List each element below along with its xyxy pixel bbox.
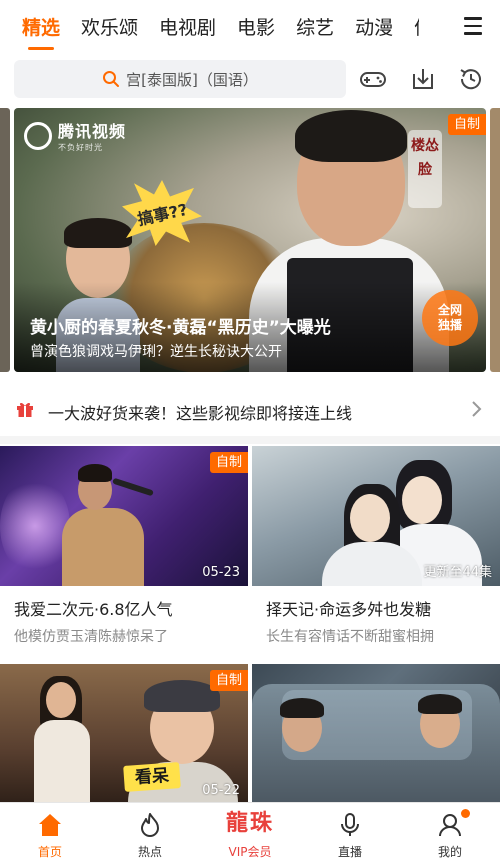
- video-description: 长生有容情话不断甜蜜相拥: [266, 629, 434, 645]
- tab-tv-series[interactable]: 电视剧: [159, 13, 216, 40]
- hero-original-badge: 自制: [447, 114, 486, 135]
- video-thumbnail: 更新至44集: [252, 446, 500, 586]
- search-query: 宫[泰国版]（国语）: [126, 70, 258, 89]
- history-icon[interactable]: [456, 64, 486, 94]
- search-icon: [103, 71, 120, 87]
- tab-ode-to-joy[interactable]: 欢乐颂: [81, 13, 138, 40]
- vip-logo: 龍珠: [225, 810, 274, 836]
- search-row: 宫[泰国版]（国语）: [0, 58, 500, 104]
- nav-live[interactable]: 直播: [300, 803, 400, 863]
- category-tabs: 精选 欢乐颂 电视剧 电影 综艺 动漫 体: [0, 0, 500, 52]
- tab-variety[interactable]: 综艺: [296, 13, 334, 40]
- user-icon: [439, 814, 461, 837]
- play-logo-icon: [24, 121, 52, 150]
- hero-subtitle: 曾演色狼调戏马伊琍？逆生长秘诀大公开: [30, 344, 282, 360]
- promo-notice-text: 一大波好货来袭！这些影视综即将接连上线: [48, 404, 353, 423]
- search-input[interactable]: 宫[泰国版]（国语）: [14, 60, 346, 98]
- video-title: 择天记·命运多舛也发糖: [266, 600, 432, 619]
- video-card[interactable]: 更新至44集 择天记·命运多舛也发糖 长生有容情话不断甜蜜相拥: [252, 446, 500, 646]
- carousel-prev-peek[interactable]: [0, 108, 10, 372]
- microphone-icon: [341, 813, 359, 836]
- home-icon: [39, 814, 61, 836]
- flame-icon: [141, 813, 159, 837]
- original-badge: 自制: [209, 452, 248, 473]
- bottom-nav: 首页 热点 龍珠 VIP会员 直播 我的: [0, 802, 500, 863]
- video-card[interactable]: 自制 05-23 我爱二次元·6.8亿人气 他模仿贾玉清陈赫惊呆了: [0, 446, 248, 646]
- video-card[interactable]: 看呆 自制 05-22: [0, 664, 248, 804]
- hamburger-menu-icon[interactable]: [460, 13, 486, 39]
- promo-notice[interactable]: 一大波好货来袭！这些影视综即将接连上线: [0, 384, 500, 436]
- section-divider: [0, 436, 500, 444]
- video-thumbnail: 看呆 自制 05-22: [0, 664, 248, 804]
- nav-home[interactable]: 首页: [0, 803, 100, 863]
- video-card[interactable]: [252, 664, 500, 804]
- original-badge: 自制: [209, 670, 248, 691]
- hero-banner[interactable]: 腾讯视频 不负好时光 搞事?? 楼怂脸 自制 全网 独播 黄小厨的春夏秋冬·黄磊…: [14, 108, 486, 372]
- category-tab-track: 精选 欢乐颂 电视剧 电影 综艺 动漫 体: [0, 0, 440, 52]
- tabs-fade: [440, 8, 452, 44]
- hero-vertical-stamp: 楼怂脸: [408, 130, 442, 208]
- tab-featured[interactable]: 精选: [22, 13, 60, 40]
- video-thumbnail: 自制 05-23: [0, 446, 248, 586]
- tab-anime[interactable]: 动漫: [355, 13, 393, 40]
- gift-icon: [17, 402, 33, 417]
- video-description: 他模仿贾玉清陈赫惊呆了: [14, 629, 168, 645]
- download-icon[interactable]: [408, 64, 438, 94]
- tab-sports-partial[interactable]: 体: [414, 13, 419, 40]
- video-thumbnail: [252, 664, 500, 804]
- carousel-next-peek[interactable]: [490, 108, 500, 372]
- episode-update: 更新至44集: [423, 565, 492, 580]
- nav-hot[interactable]: 热点: [100, 803, 200, 863]
- nav-vip[interactable]: 龍珠 VIP会员: [200, 803, 300, 863]
- video-title: 我爱二次元·6.8亿人气: [14, 600, 173, 619]
- tencent-video-logo: 腾讯视频 不负好时光: [24, 118, 126, 153]
- nav-me[interactable]: 我的: [400, 803, 500, 863]
- video-date: 05-23: [202, 565, 240, 580]
- exclusive-badge: 全网 独播: [422, 290, 478, 346]
- video-date: 05-22: [202, 783, 240, 798]
- hero-title: 黄小厨的春夏秋冬·黄磊“黑历史”大曝光: [30, 318, 331, 338]
- tab-movies[interactable]: 电影: [237, 13, 275, 40]
- chevron-right-icon: [472, 401, 482, 417]
- thumbnail-caption: 看呆: [123, 762, 181, 792]
- gamepad-icon[interactable]: [358, 64, 388, 94]
- notification-dot: [461, 809, 470, 818]
